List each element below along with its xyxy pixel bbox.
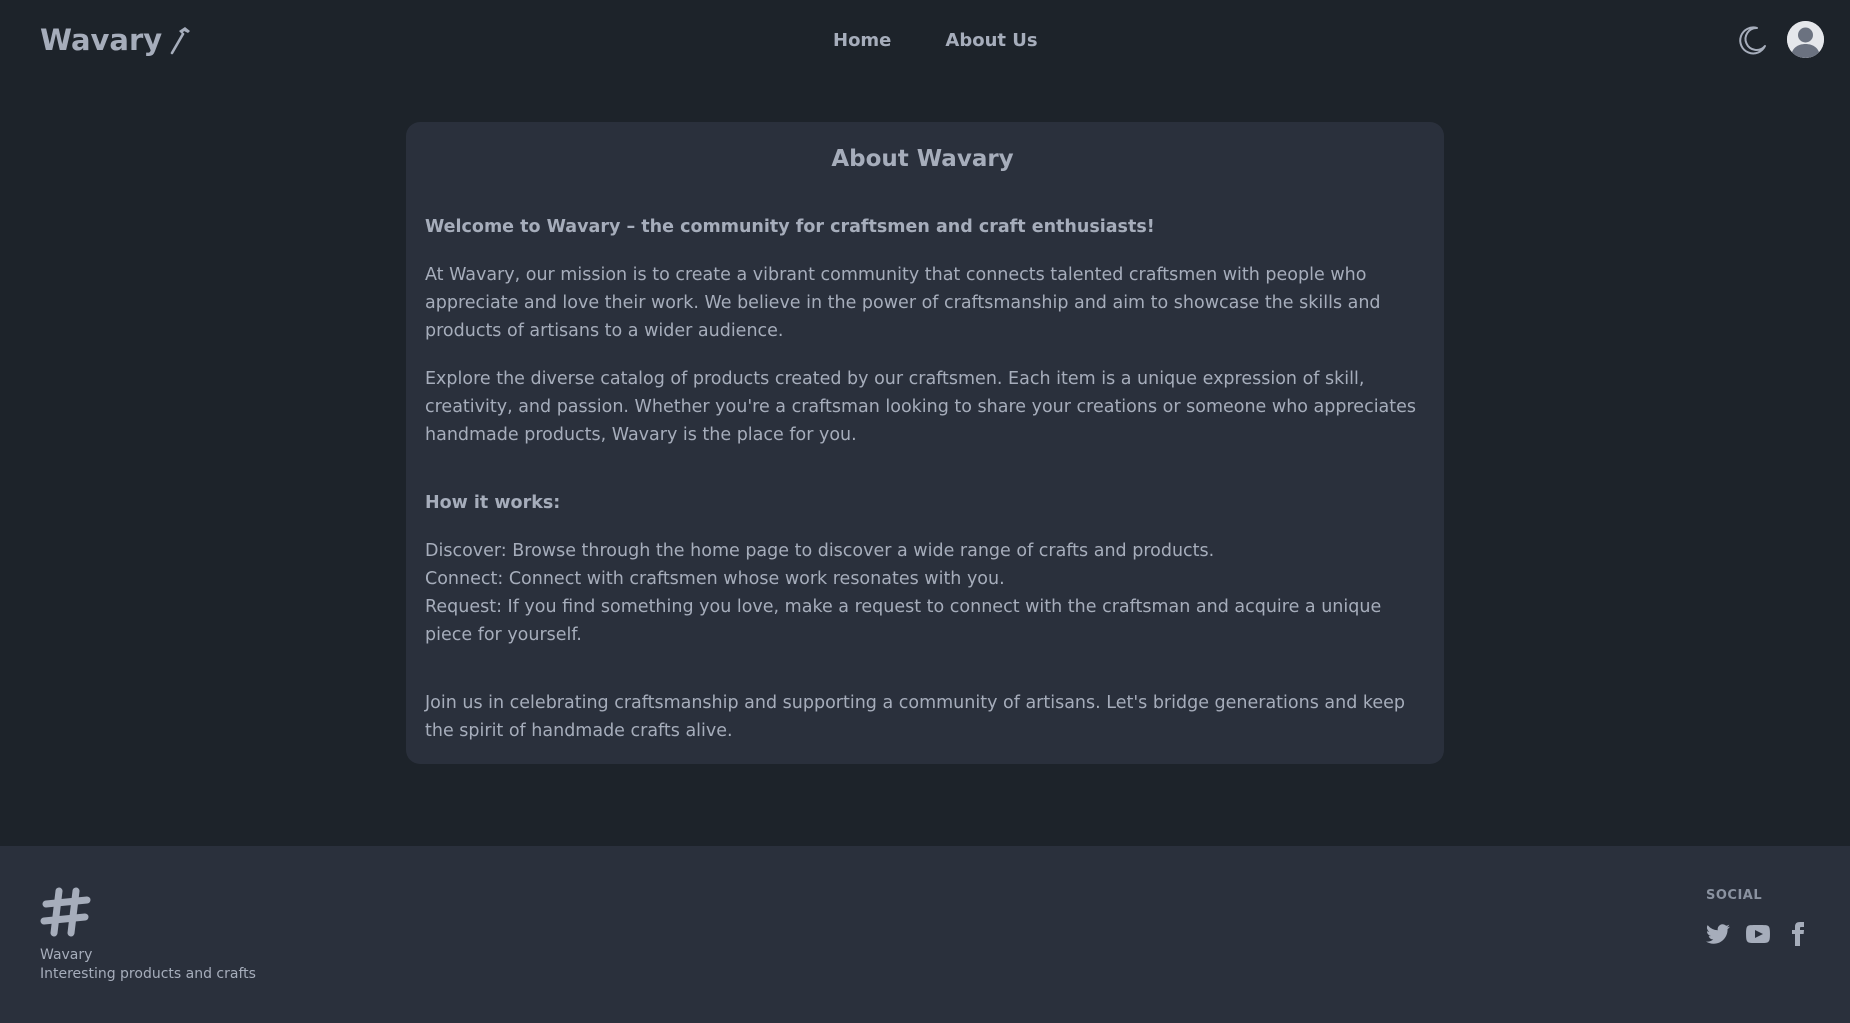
social-heading: Social [1706, 888, 1763, 903]
step-connect: Connect: Connect with craftsmen whose wo… [425, 569, 1005, 589]
user-avatar-icon [1787, 21, 1824, 58]
step-request: Request: If you find something you love,… [425, 597, 1382, 645]
steps-list: Discover: Browse through the home page t… [425, 537, 1420, 649]
nav-about-link[interactable]: About Us [918, 22, 1064, 59]
user-avatar-button[interactable] [1787, 21, 1824, 58]
theme-toggle-button[interactable] [1733, 20, 1773, 60]
hashtag-icon [40, 887, 91, 937]
brand-name: Wavary [40, 23, 163, 57]
about-card: About Wavary Welcome to Wavary – the com… [406, 122, 1444, 764]
nav-home-link[interactable]: Home [806, 22, 918, 59]
intro-text: Welcome to Wavary – the community for cr… [425, 217, 1155, 237]
youtube-icon[interactable] [1746, 922, 1770, 946]
nav-links: Home About Us [806, 20, 1065, 60]
twitter-icon[interactable] [1706, 922, 1730, 946]
step-discover: Discover: Browse through the home page t… [425, 541, 1215, 561]
mission-paragraph: At Wavary, our mission is to create a vi… [425, 265, 1381, 341]
catalog-paragraph: Explore the diverse catalog of products … [425, 369, 1417, 445]
facebook-icon[interactable] [1786, 922, 1810, 946]
footer-brand-name: Wavary [40, 947, 93, 963]
footer: Wavary Interesting products and crafts S… [0, 846, 1850, 1023]
hammer-icon [168, 25, 194, 55]
moon-icon [1739, 26, 1766, 55]
page-title: About Wavary [831, 146, 1014, 172]
navbar: Wavary Home About Us [0, 0, 1850, 80]
brand-link[interactable]: Wavary [40, 20, 194, 60]
social-links [1706, 922, 1810, 946]
footer-tagline: Interesting products and crafts [40, 966, 256, 982]
closing-paragraph: Join us in celebrating craftsmanship and… [425, 693, 1406, 741]
how-it-works-heading: How it works: [425, 493, 561, 513]
